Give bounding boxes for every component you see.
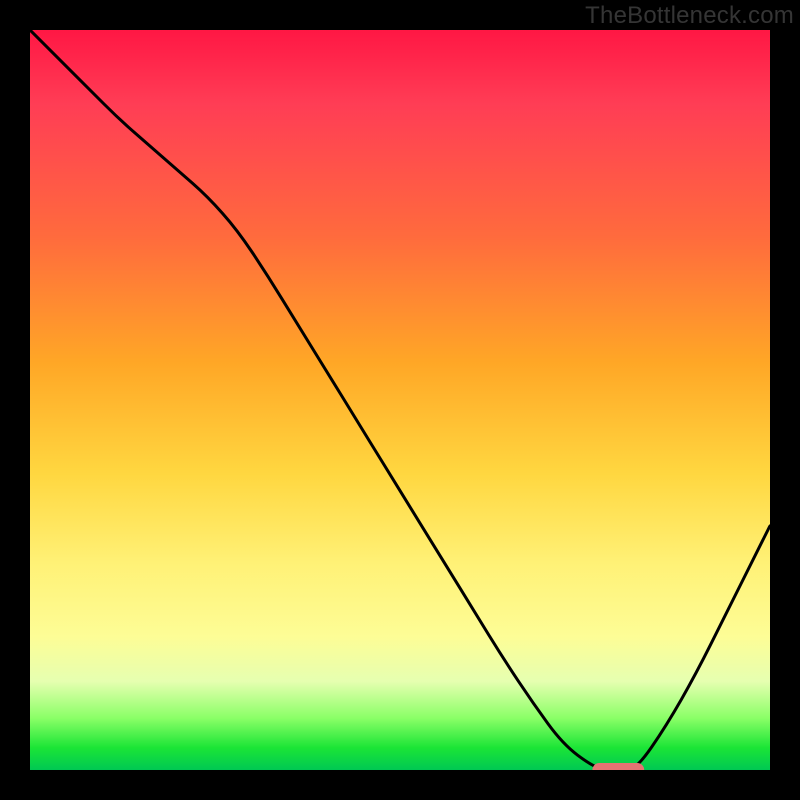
chart-frame: TheBottleneck.com [0, 0, 800, 800]
watermark-text: TheBottleneck.com [585, 2, 794, 30]
plot-area [30, 30, 770, 770]
optimal-marker [592, 763, 644, 770]
bottleneck-curve [30, 30, 770, 770]
plot-svg [30, 30, 770, 770]
